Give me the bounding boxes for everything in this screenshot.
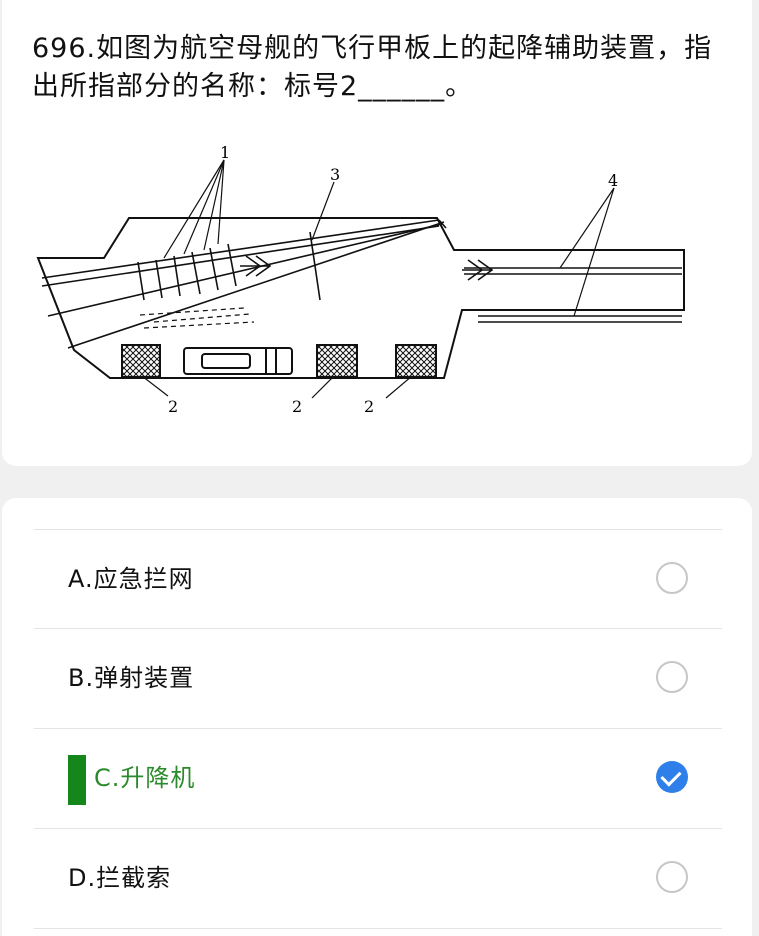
callout-label-1: 1 xyxy=(220,143,230,162)
callout-label-2a: 2 xyxy=(168,397,178,416)
options-card: A.应急拦网 B.弹射装置 C.升降机 D.拦截索 xyxy=(2,498,752,936)
carrier-deck-diagram: 1 3 4 2 2 2 xyxy=(36,143,685,416)
option-b-radio[interactable] xyxy=(656,661,688,693)
callout-label-4: 4 xyxy=(608,171,618,190)
option-b[interactable]: B.弹射装置 xyxy=(34,628,722,727)
checkmark-icon xyxy=(660,765,682,787)
aircraft-arrow-1 xyxy=(240,255,272,277)
option-d[interactable]: D.拦截索 xyxy=(34,828,722,927)
option-b-label: B.弹射装置 xyxy=(68,664,195,692)
option-c-label: C.升降机 xyxy=(94,764,196,792)
callout-label-2c: 2 xyxy=(364,397,374,416)
option-a-label: A.应急拦网 xyxy=(68,565,194,593)
option-c[interactable]: C.升降机 xyxy=(34,728,722,827)
option-d-label: D.拦截索 xyxy=(68,864,172,892)
option-a[interactable]: A.应急拦网 xyxy=(34,529,722,628)
callout-label-3: 3 xyxy=(330,165,340,184)
option-d-radio[interactable] xyxy=(656,861,688,893)
bottom-divider xyxy=(34,928,722,929)
option-c-radio-checked[interactable] xyxy=(656,761,688,793)
selected-indicator-bar xyxy=(68,755,86,805)
callout-label-2b: 2 xyxy=(292,397,302,416)
aircraft-arrow-2 xyxy=(462,259,494,281)
option-a-radio[interactable] xyxy=(656,562,688,594)
question-text: 696.如图为航空母舰的飞行甲板上的起降辅助装置，指出所指部分的名称：标号2__… xyxy=(32,33,713,102)
question-card: 696.如图为航空母舰的飞行甲板上的起降辅助装置，指出所指部分的名称：标号2__… xyxy=(2,0,752,466)
